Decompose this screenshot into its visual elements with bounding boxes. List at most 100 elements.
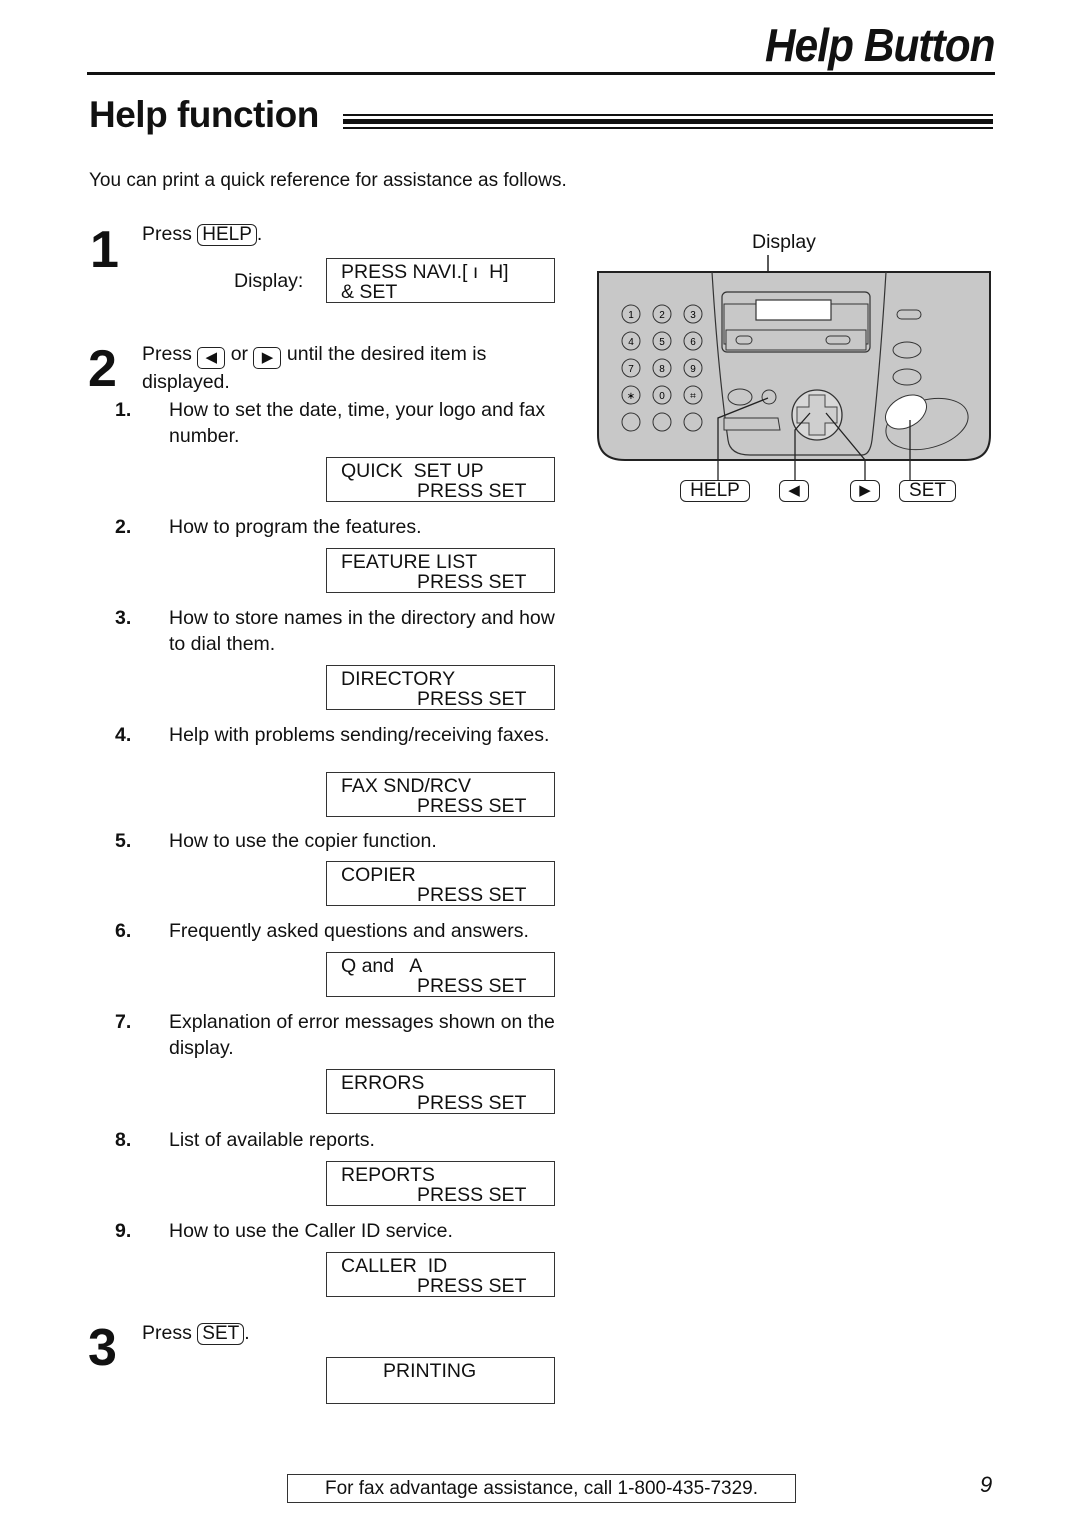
lcd-display: FEATURE LIST PRESS SET <box>326 548 555 593</box>
lcd-line-2: & SET <box>341 281 398 303</box>
section-title: Help function <box>89 94 319 135</box>
chapter-title: Help Button <box>765 19 996 71</box>
lcd-display: QUICK SET UP PRESS SET <box>326 457 555 502</box>
section-title-rules <box>343 114 993 130</box>
assistance-footer: For fax advantage assistance, call 1-800… <box>287 1474 796 1503</box>
or-text: or <box>230 343 249 365</box>
period: . <box>244 1322 250 1344</box>
keypad-label: ⌗ <box>690 391 696 402</box>
keypad-label: 2 <box>659 310 665 321</box>
help-item: 6. Frequently asked questions and answers… <box>115 918 589 944</box>
keypad-button <box>683 412 703 432</box>
right-arrow-key-icon: ▶ <box>850 480 880 502</box>
keypad-label: ∗ <box>627 391 635 402</box>
help-item: 1. How to set the date, time, your logo a… <box>115 397 569 449</box>
step-number: 3 <box>88 1319 117 1377</box>
help-item: 9. How to use the Caller ID service. <box>115 1218 589 1244</box>
item-number: 9. <box>115 1220 132 1242</box>
lcd-display: Q and A PRESS SET <box>326 952 555 997</box>
lcd-line-2: PRESS SET <box>417 795 527 817</box>
lcd-display: REPORTS PRESS SET <box>326 1161 555 1206</box>
lcd-display: PRINTING <box>326 1357 555 1404</box>
help-item: 3. How to store names in the directory an… <box>115 605 569 657</box>
lcd-line-1: DIRECTORY <box>341 668 456 690</box>
keypad-label: 8 <box>659 364 665 375</box>
lcd-line-1: ERRORS <box>341 1072 425 1094</box>
press-text: Press <box>142 223 192 245</box>
left-arrow-key-icon: ◀ <box>779 480 809 502</box>
press-text: Press <box>142 343 192 365</box>
lcd-line-2: PRESS SET <box>417 571 527 593</box>
keypad-label: 1 <box>628 310 634 321</box>
help-item: 7. Explanation of error messages shown on… <box>115 1009 584 1061</box>
item-number: 3. <box>115 607 132 629</box>
help-item: 2. How to program the features. <box>115 514 589 540</box>
lcd-line-1: COPIER <box>341 864 416 886</box>
lcd-line-1: Q and A <box>341 955 423 977</box>
item-text: How to use the copier function. <box>169 830 437 852</box>
keypad-label: 4 <box>628 337 634 348</box>
lcd-display: COPIER PRESS SET <box>326 861 555 906</box>
press-text: Press <box>142 1322 192 1344</box>
item-text: How to use the Caller ID service. <box>169 1220 453 1242</box>
keypad-label: 0 <box>659 391 665 402</box>
keypad-button <box>652 412 672 432</box>
lcd-line-2: PRESS SET <box>417 884 527 906</box>
set-key: SET <box>197 1323 245 1345</box>
item-number: 2. <box>115 516 132 538</box>
step-number: 1 <box>90 221 119 279</box>
item-number: 8. <box>115 1129 132 1151</box>
lcd-line-2: PRESS SET <box>417 480 527 502</box>
keypad-button <box>621 412 641 432</box>
help-key: HELP <box>197 224 257 246</box>
set-key-label: SET <box>899 480 956 502</box>
item-number: 6. <box>115 920 132 942</box>
keypad-label: 5 <box>659 337 665 348</box>
lcd-display: PRESS NAVI.[ ı H] & SET <box>326 258 555 303</box>
lcd-line-2: PRESS SET <box>417 1184 527 1206</box>
item-text: How to store names in the directory and … <box>169 607 555 655</box>
help-key-label: HELP <box>680 480 750 502</box>
lcd-line-1: REPORTS <box>341 1164 435 1186</box>
fax-panel-diagram: 1 2 3 4 5 6 7 8 9 ∗ 0 ⌗ <box>597 255 991 480</box>
keypad-label: 6 <box>690 337 696 348</box>
keypad-label: 7 <box>628 364 634 375</box>
help-item: 8. List of available reports. <box>115 1127 589 1153</box>
lcd-line-2: PRESS SET <box>417 688 527 710</box>
instruction-text: until the desired item is <box>286 343 487 365</box>
lcd-line-1: CALLER ID <box>341 1255 448 1277</box>
display-label: Display: <box>234 270 304 292</box>
lcd-line-2: PRESS SET <box>417 975 527 997</box>
lcd-line-1: FAX SND/RCV <box>341 775 472 797</box>
lcd-line-1: FEATURE LIST <box>341 551 478 573</box>
page-number: 9 <box>980 1472 993 1497</box>
intro-text: You can print a quick reference for assi… <box>89 170 567 191</box>
lcd-display: FAX SND/RCV PRESS SET <box>326 772 555 817</box>
chapter-rule <box>87 72 995 75</box>
item-number: 4. <box>115 724 132 746</box>
lcd-display: CALLER ID PRESS SET <box>326 1252 555 1297</box>
step3-instruction: Press SET. <box>142 1320 250 1346</box>
instruction-text-cont: displayed. <box>142 371 230 393</box>
period: . <box>256 223 263 245</box>
item-text: How to program the features. <box>169 516 422 538</box>
lcd-display: DIRECTORY PRESS SET <box>326 665 555 710</box>
item-text: Explanation of error messages shown on t… <box>169 1011 555 1059</box>
lcd-display: ERRORS PRESS SET <box>326 1069 555 1114</box>
lcd-line-2: PRESS SET <box>417 1092 527 1114</box>
item-number: 5. <box>115 830 132 852</box>
item-number: 7. <box>115 1011 132 1033</box>
help-item: 4. Help with problems sending/receiving f… <box>115 722 569 748</box>
right-arrow-key-icon: ▶ <box>253 347 282 369</box>
keypad-label: 3 <box>690 310 696 321</box>
lcd-line-1: PRESS NAVI.[ ı H] <box>341 261 509 283</box>
keypad-label: 9 <box>690 364 696 375</box>
lcd-line-1: PRINTING <box>383 1360 477 1382</box>
item-number: 1. <box>115 399 132 421</box>
help-button <box>761 389 777 405</box>
lcd-line-1: QUICK SET UP <box>341 460 484 482</box>
step1-instruction: Press HELP. <box>142 221 262 247</box>
left-arrow-key-icon: ◀ <box>197 347 226 369</box>
lcd-line-2: PRESS SET <box>417 1275 527 1297</box>
item-text: How to set the date, time, your logo and… <box>169 399 546 447</box>
